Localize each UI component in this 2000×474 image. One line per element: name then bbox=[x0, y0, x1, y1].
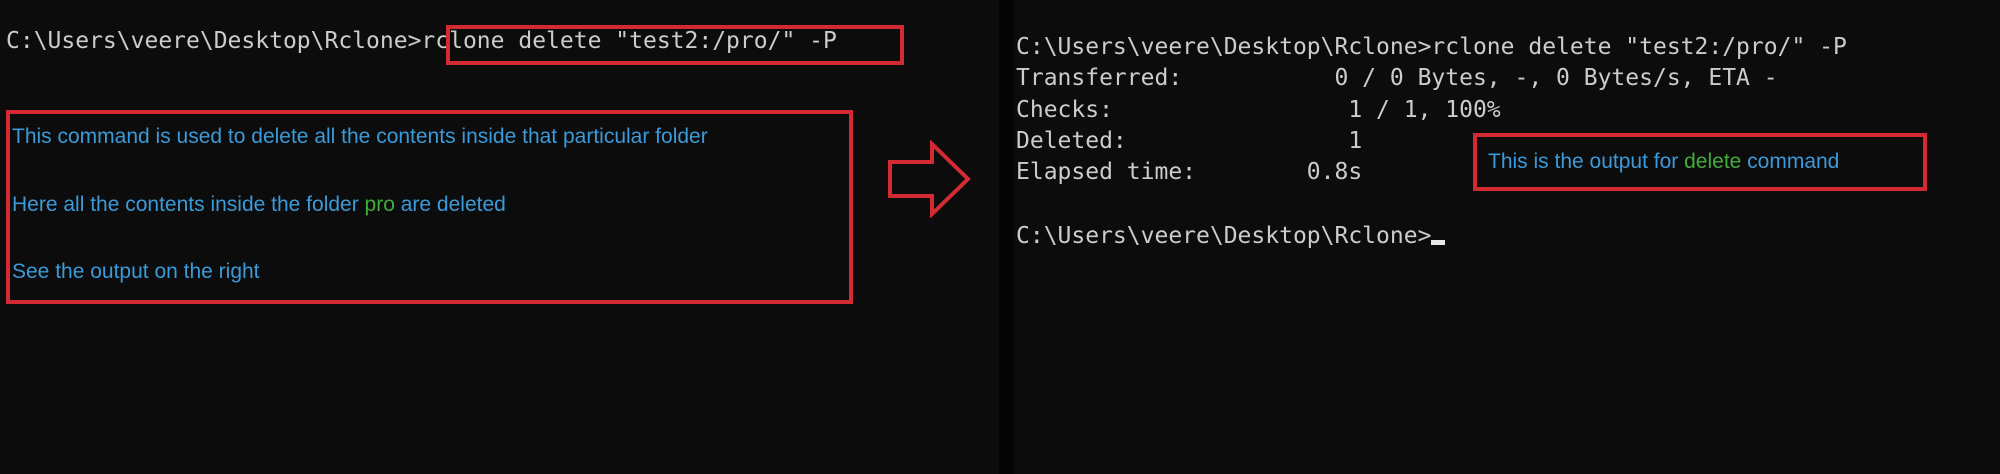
folder-name-highlight: pro bbox=[364, 193, 395, 216]
delete-highlight: delete bbox=[1684, 150, 1742, 173]
output-row-deleted: Deleted: 1 bbox=[1016, 128, 1363, 154]
prompt-line[interactable]: C:\Users\veere\Desktop\Rclone> bbox=[1016, 221, 1446, 252]
note-line-2: Here all the contents inside the folder … bbox=[12, 193, 506, 216]
right-terminal-panel: C:\Users\veere\Desktop\Rclone>rclone del… bbox=[1014, 0, 2000, 474]
text-cursor bbox=[1431, 240, 1446, 245]
prompt: C:\Users\veere\Desktop\Rclone> bbox=[6, 28, 422, 54]
note-line-3: See the output on the right bbox=[12, 260, 260, 283]
right-arrow-icon bbox=[888, 140, 971, 218]
output-note: This is the output for delete command bbox=[1488, 150, 1840, 173]
note-line-1: This command is used to delete all the c… bbox=[12, 125, 708, 148]
left-terminal-panel: C:\Users\veere\Desktop\Rclone>rclone del… bbox=[0, 0, 999, 474]
output-row-checks: Checks: 1 / 1, 100% bbox=[1016, 97, 1501, 123]
output-command-line: C:\Users\veere\Desktop\Rclone>rclone del… bbox=[1016, 34, 1847, 60]
output-row-elapsed: Elapsed time: 0.8s bbox=[1016, 159, 1363, 185]
command-highlight-box bbox=[446, 25, 904, 65]
output-row-transferred: Transferred: 0 / 0 Bytes, -, 0 Bytes/s, … bbox=[1016, 65, 1778, 91]
